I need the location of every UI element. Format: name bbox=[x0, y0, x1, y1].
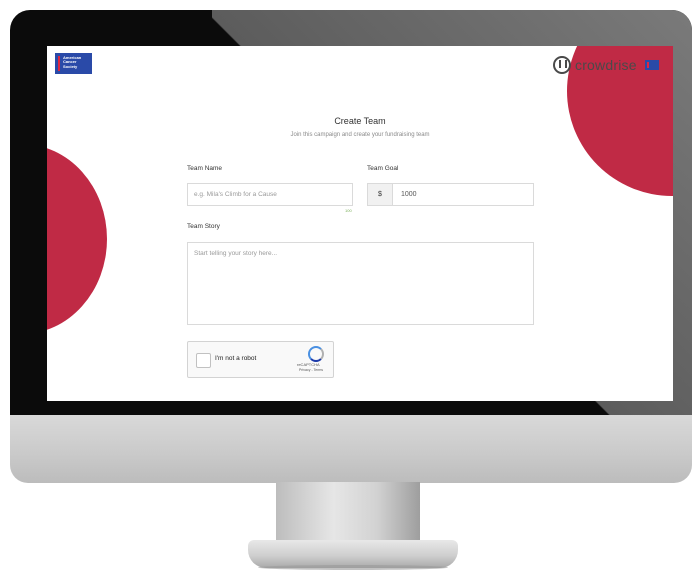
recaptcha-checkbox[interactable] bbox=[196, 353, 211, 368]
acs-mini-logo-icon bbox=[645, 60, 659, 70]
crowdrise-logo[interactable]: crowdrise bbox=[553, 54, 637, 76]
stand-shadow bbox=[258, 565, 448, 570]
acs-sword-icon bbox=[58, 56, 60, 71]
recaptcha-brand: reCAPTCHA bbox=[297, 362, 320, 367]
team-name-label: Team Name bbox=[187, 165, 223, 172]
page-title: Create Team bbox=[334, 116, 386, 126]
team-name-char-counter: 100 bbox=[345, 208, 352, 213]
monitor-stand-neck bbox=[276, 482, 420, 542]
currency-addon: $ bbox=[367, 183, 393, 206]
team-story-label: Team Story bbox=[187, 223, 220, 230]
acs-logo-line-3: Society bbox=[63, 63, 78, 69]
recaptcha-widget: I'm not a robot reCAPTCHA Privacy - Term… bbox=[187, 341, 334, 378]
crowdrise-mark-icon bbox=[553, 56, 571, 74]
team-goal-input[interactable]: 1000 bbox=[392, 183, 534, 206]
team-name-input[interactable]: e.g. Mila's Climb for a Cause bbox=[187, 183, 353, 206]
american-cancer-society-logo[interactable]: American Cancer Society bbox=[55, 53, 92, 74]
recaptcha-privacy-terms-link[interactable]: Privacy - Terms bbox=[299, 368, 323, 372]
monitor-bezel: American Cancer Society crowdrise Create… bbox=[10, 10, 692, 415]
page-subtitle: Join this campaign and create your fundr… bbox=[290, 132, 430, 138]
decorative-left-circle bbox=[47, 144, 107, 334]
team-goal-label: Team Goal bbox=[367, 165, 399, 172]
team-story-textarea[interactable]: Start telling your story here... bbox=[187, 242, 534, 325]
monitor-chin bbox=[10, 415, 692, 483]
monitor-stand-base bbox=[248, 540, 458, 568]
recaptcha-logo-icon bbox=[308, 346, 324, 362]
recaptcha-label: I'm not a robot bbox=[215, 355, 257, 362]
browser-screen: American Cancer Society crowdrise Create… bbox=[47, 46, 673, 401]
crowdrise-wordmark: crowdrise bbox=[575, 57, 637, 73]
